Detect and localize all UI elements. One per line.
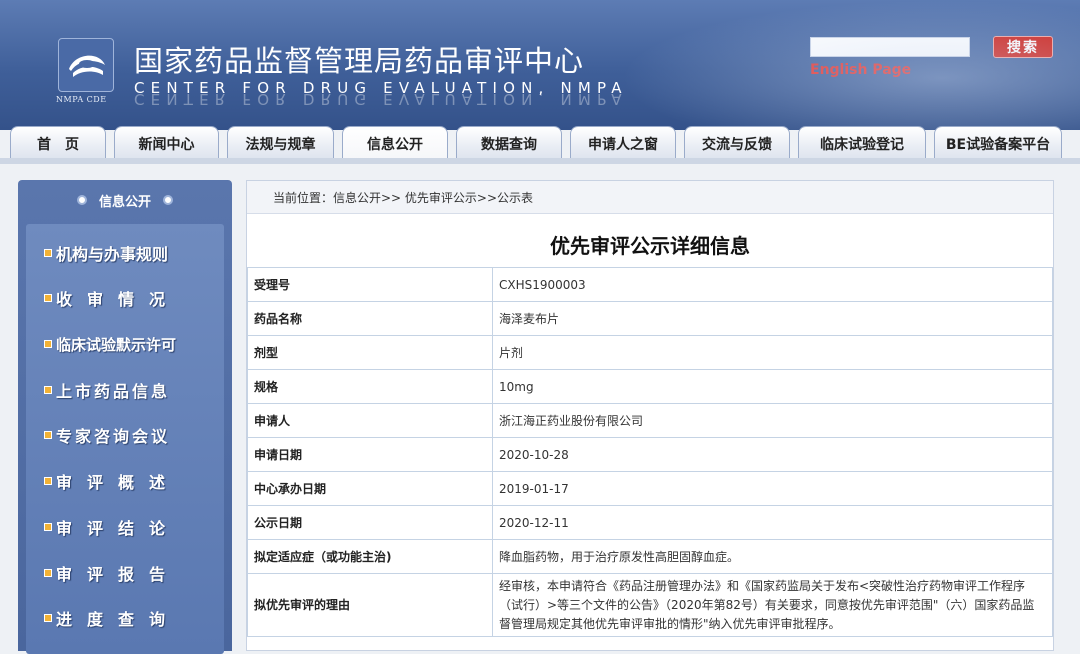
row-value: 降血脂药物，用于治疗原发性高胆固醇血症。	[492, 539, 1053, 574]
sidebar-item-marketed-drugs[interactable]: 上市药品信息	[44, 378, 170, 402]
page-title: 优先审评公示详细信息	[550, 234, 750, 258]
table-row: 拟优先审评的理由 经审核，本申请符合《药品注册管理办法》和《国家药监局关于发布<突…	[247, 573, 1053, 637]
sidebar-item-label: 审评结论	[56, 519, 181, 538]
detail-table: 受理号 CXHS1900003 药品名称 海泽麦布片 剂型 片剂 规格 10mg 申请人…	[247, 267, 1053, 637]
nav-underline	[0, 158, 1080, 164]
square-bullet-icon	[44, 569, 52, 577]
row-value: 2020-12-11	[492, 505, 1053, 540]
sidebar-menu: 机构与办事规则 收审情况 临床试验默示许可 上市药品信息 专家咨询会议 审评概述…	[26, 224, 224, 654]
table-row: 公示日期 2020-12-11	[247, 505, 1053, 540]
tab-applicant-window[interactable]: 申请人之窗	[570, 126, 676, 160]
site-header: NMPA CDE 国家药品监督管理局药品审评中心 CENTER FOR DRUG…	[0, 0, 1080, 130]
search-input[interactable]	[810, 37, 970, 57]
row-label: 拟优先审评的理由	[247, 573, 493, 637]
square-bullet-icon	[44, 294, 52, 302]
square-bullet-icon	[44, 340, 52, 348]
english-page-link[interactable]: English Page	[810, 62, 911, 78]
row-value: 2019-01-17	[492, 471, 1053, 506]
row-value: 海泽麦布片	[492, 301, 1053, 336]
sidebar-item-review-conclusion[interactable]: 审评结论	[44, 515, 180, 539]
sidebar-item-label: 收审情况	[56, 290, 181, 309]
site-title: 国家药品监督管理局药品审评中心	[134, 44, 585, 78]
row-label: 中心承办日期	[247, 471, 493, 506]
sidebar-item-label: 机构与办事规则	[56, 245, 169, 264]
row-value: 2020-10-28	[492, 437, 1053, 472]
tab-clinical-trial-registration[interactable]: 临床试验登记	[798, 126, 926, 160]
sidebar-item-label: 上市药品信息	[56, 382, 171, 401]
table-row: 拟定适应症（或功能主治) 降血脂药物，用于治疗原发性高胆固醇血症。	[247, 539, 1053, 574]
circle-bullet-icon	[76, 195, 87, 205]
tab-regulations[interactable]: 法规与规章	[227, 126, 334, 160]
square-bullet-icon	[44, 431, 52, 439]
sidebar: 信息公开 机构与办事规则 收审情况 临床试验默示许可 上市药品信息 专家咨询会议…	[18, 180, 232, 654]
row-label: 申请日期	[247, 437, 493, 472]
sidebar-item-review-overview[interactable]: 审评概述	[44, 469, 180, 493]
sidebar-item-label: 审评概述	[56, 473, 181, 492]
sidebar-item-acceptance-status[interactable]: 收审情况	[44, 286, 180, 310]
table-row: 申请人 浙江海正药业股份有限公司	[247, 403, 1053, 438]
cde-logo-icon[interactable]	[58, 38, 114, 92]
row-label: 药品名称	[247, 301, 493, 336]
tab-be-filing-platform[interactable]: BE试验备案平台	[934, 126, 1062, 160]
tab-info-disclosure[interactable]: 信息公开	[342, 126, 448, 160]
tab-feedback[interactable]: 交流与反馈	[684, 126, 790, 160]
row-label: 规格	[247, 369, 493, 404]
row-value: 经审核，本申请符合《药品注册管理办法》和《国家药监局关于发布<突破性治疗药物审评…	[492, 573, 1053, 637]
logo-caption: NMPA CDE	[56, 95, 107, 104]
tab-news[interactable]: 新闻中心	[114, 126, 219, 160]
square-bullet-icon	[44, 386, 52, 394]
sidebar-item-label: 审评报告	[56, 565, 181, 584]
tab-home[interactable]: 首 页	[10, 126, 106, 160]
square-bullet-icon	[44, 477, 52, 485]
main-nav: 首 页 新闻中心 法规与规章 信息公开 数据查询 申请人之窗 交流与反馈 临床试…	[0, 126, 1080, 160]
sidebar-item-review-report[interactable]: 审评报告	[44, 561, 180, 585]
sidebar-header: 信息公开	[18, 180, 232, 220]
row-value: 10mg	[492, 369, 1053, 404]
table-row: 受理号 CXHS1900003	[247, 267, 1053, 302]
table-row: 剂型 片剂	[247, 335, 1053, 370]
main-content: 当前位置：信息公开>> 优先审评公示>>公示表 优先审评公示详细信息 受理号 CX…	[246, 180, 1054, 651]
row-label: 受理号	[247, 267, 493, 302]
row-label: 申请人	[247, 403, 493, 438]
table-row: 规格 10mg	[247, 369, 1053, 404]
square-bullet-icon	[44, 523, 52, 531]
row-value: 浙江海正药业股份有限公司	[492, 403, 1053, 438]
square-bullet-icon	[44, 614, 52, 622]
sidebar-item-clinical-trial-permission[interactable]: 临床试验默示许可	[44, 332, 176, 356]
table-row: 中心承办日期 2019-01-17	[247, 471, 1053, 506]
search-button[interactable]: 搜索	[993, 36, 1053, 58]
row-label: 拟定适应症（或功能主治)	[247, 539, 493, 574]
row-label: 剂型	[247, 335, 493, 370]
sidebar-item-label: 进度查询	[56, 610, 181, 629]
sidebar-item-rules[interactable]: 机构与办事规则	[44, 241, 168, 265]
site-subtitle-reflection: CENTER FOR DRUG EVALUATION, NMPA	[134, 90, 628, 108]
row-label: 公示日期	[247, 505, 493, 540]
sidebar-item-label: 专家咨询会议	[56, 427, 171, 446]
sidebar-item-progress-query[interactable]: 进度查询	[44, 606, 180, 630]
breadcrumb: 当前位置：信息公开>> 优先审评公示>>公示表	[247, 181, 1053, 214]
sidebar-item-expert-meetings[interactable]: 专家咨询会议	[44, 423, 170, 447]
square-bullet-icon	[44, 249, 52, 257]
row-value: CXHS1900003	[492, 267, 1053, 302]
tab-data-query[interactable]: 数据查询	[456, 126, 562, 160]
row-value: 片剂	[492, 335, 1053, 370]
sidebar-title: 信息公开	[98, 194, 151, 210]
sidebar-item-label: 临床试验默示许可	[56, 335, 177, 354]
table-row: 药品名称 海泽麦布片	[247, 301, 1053, 336]
table-row: 申请日期 2020-10-28	[247, 437, 1053, 472]
circle-bullet-icon	[163, 195, 173, 205]
